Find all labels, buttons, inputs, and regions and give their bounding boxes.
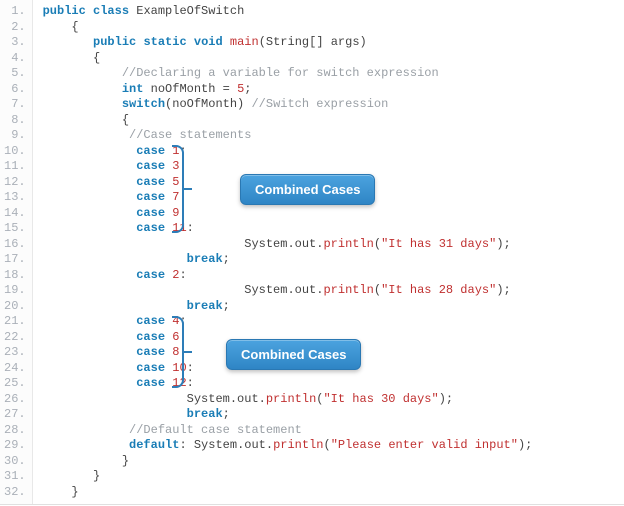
brace-annotation-2: [172, 316, 184, 388]
line-number: 29.: [4, 438, 26, 454]
code-line: break;: [43, 407, 624, 423]
line-number: 4.: [4, 51, 26, 67]
line-number: 15.: [4, 221, 26, 237]
line-number: 13.: [4, 190, 26, 206]
code-line: //Default case statement: [43, 423, 624, 439]
code-line: case 11:: [43, 221, 624, 237]
line-number: 14.: [4, 206, 26, 222]
line-number: 27.: [4, 407, 26, 423]
line-number: 22.: [4, 330, 26, 346]
line-number: 11.: [4, 159, 26, 175]
code-line: {: [43, 113, 624, 129]
code-line: case 4:: [43, 314, 624, 330]
line-number: 30.: [4, 454, 26, 470]
code-line: public static void main(String[] args): [43, 35, 624, 51]
line-number: 6.: [4, 82, 26, 98]
line-number: 12.: [4, 175, 26, 191]
combined-cases-badge-2: Combined Cases: [226, 339, 361, 370]
line-number-gutter: 1.2.3.4.5.6.7.8.9.10.11.12.13.14.15.16.1…: [0, 0, 33, 504]
line-number: 20.: [4, 299, 26, 315]
line-number: 8.: [4, 113, 26, 129]
code-line: int noOfMonth = 5;: [43, 82, 624, 98]
line-number: 16.: [4, 237, 26, 253]
line-number: 23.: [4, 345, 26, 361]
line-number: 10.: [4, 144, 26, 160]
line-number: 9.: [4, 128, 26, 144]
code-line: default: System.out.println("Please ente…: [43, 438, 624, 454]
line-number: 31.: [4, 469, 26, 485]
brace-annotation-1: [172, 145, 184, 233]
code-line: }: [43, 485, 624, 501]
line-number: 7.: [4, 97, 26, 113]
code-line: public class ExampleOfSwitch: [43, 4, 624, 20]
code-line: }: [43, 469, 624, 485]
code-line: //Case statements: [43, 128, 624, 144]
code-line: System.out.println("It has 31 days");: [43, 237, 624, 253]
code-line: {: [43, 51, 624, 67]
code-line: System.out.println("It has 28 days");: [43, 283, 624, 299]
line-number: 17.: [4, 252, 26, 268]
code-line: }: [43, 454, 624, 470]
code-line: //Declaring a variable for switch expres…: [43, 66, 624, 82]
code-line: break;: [43, 299, 624, 315]
line-number: 19.: [4, 283, 26, 299]
code-line: switch(noOfMonth) //Switch expression: [43, 97, 624, 113]
line-number: 26.: [4, 392, 26, 408]
code-content: public class ExampleOfSwitch { public st…: [33, 0, 624, 504]
line-number: 2.: [4, 20, 26, 36]
code-line: break;: [43, 252, 624, 268]
line-number: 1.: [4, 4, 26, 20]
code-line: case 3:: [43, 159, 624, 175]
line-number: 32.: [4, 485, 26, 501]
combined-cases-badge-1: Combined Cases: [240, 174, 375, 205]
code-block: 1.2.3.4.5.6.7.8.9.10.11.12.13.14.15.16.1…: [0, 0, 624, 505]
code-line: System.out.println("It has 30 days");: [43, 392, 624, 408]
line-number: 21.: [4, 314, 26, 330]
line-number: 18.: [4, 268, 26, 284]
code-line: case 12:: [43, 376, 624, 392]
code-line: case 9:: [43, 206, 624, 222]
line-number: 5.: [4, 66, 26, 82]
line-number: 25.: [4, 376, 26, 392]
code-line: case 2:: [43, 268, 624, 284]
code-line: {: [43, 20, 624, 36]
line-number: 3.: [4, 35, 26, 51]
line-number: 28.: [4, 423, 26, 439]
code-line: case 1:: [43, 144, 624, 160]
line-number: 24.: [4, 361, 26, 377]
